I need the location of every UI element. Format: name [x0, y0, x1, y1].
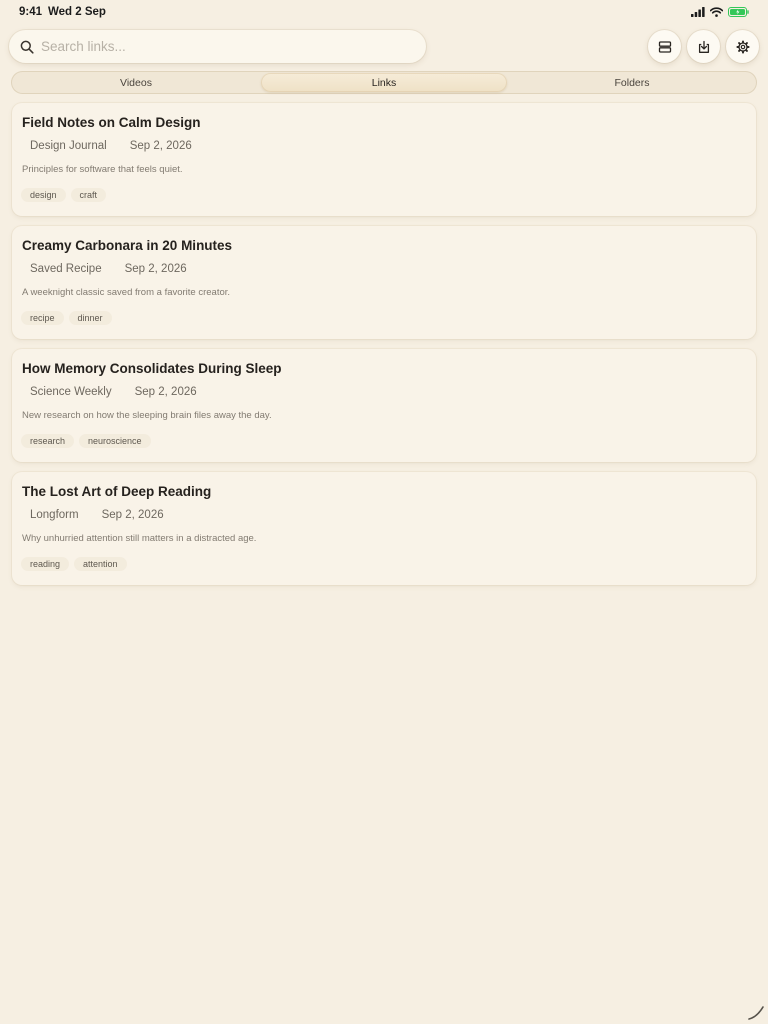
link-card[interactable]: How Memory Consolidates During Sleep Scie…	[12, 349, 756, 462]
link-title: Creamy Carbonara in 20 Minutes	[22, 238, 233, 253]
link-description: A weeknight classic saved from a favorit…	[22, 287, 231, 298]
tag-list: research neuroscience	[21, 434, 151, 448]
link-meta: Longform Sep 2, 2026	[21, 507, 173, 523]
search-input[interactable]	[41, 39, 411, 54]
toolbar	[0, 28, 768, 64]
import-button[interactable]	[687, 30, 720, 63]
link-card[interactable]: The Lost Art of Deep Reading Longform Sep …	[12, 472, 756, 585]
gear-icon	[735, 39, 750, 54]
scroll-indicator	[748, 1006, 764, 1020]
source-chip: Science Weekly	[30, 386, 112, 398]
link-meta: Science Weekly Sep 2, 2026	[21, 384, 206, 400]
tag-chip[interactable]: design	[21, 188, 66, 202]
link-meta: Design Journal Sep 2, 2026	[21, 138, 201, 154]
import-icon	[698, 40, 709, 53]
layout-toggle-icon	[658, 40, 671, 53]
source-chip: Saved Recipe	[30, 263, 102, 275]
link-title: Field Notes on Calm Design	[22, 115, 201, 130]
tag-chip[interactable]: craft	[70, 188, 107, 202]
date-chip: Sep 2, 2026	[124, 263, 187, 275]
date-chip: Sep 2, 2026	[134, 386, 197, 398]
cellular-icon	[691, 7, 705, 17]
link-description: Why unhurried attention still matters in…	[22, 533, 257, 544]
status-icons	[691, 6, 749, 18]
tag-chip[interactable]: attention	[74, 557, 127, 571]
source-chip: Design Journal	[30, 140, 107, 152]
status-time: 9:41	[19, 6, 43, 18]
battery-icon	[728, 7, 749, 17]
tab-videos[interactable]: Videos	[13, 73, 259, 92]
wifi-icon	[710, 7, 723, 17]
date-chip: Sep 2, 2026	[129, 140, 192, 152]
link-description: Principles for software that feels quiet…	[22, 164, 183, 175]
link-title: How Memory Consolidates During Sleep	[22, 361, 282, 376]
search-icon	[20, 40, 34, 54]
tag-list: reading attention	[21, 557, 127, 571]
tag-chip[interactable]: dinner	[68, 311, 112, 325]
tag-list: design craft	[21, 188, 107, 202]
tag-chip[interactable]: research	[21, 434, 75, 448]
link-title: The Lost Art of Deep Reading	[22, 484, 212, 499]
link-list: Field Notes on Calm Design Design Journal…	[12, 103, 756, 595]
tag-chip[interactable]: reading	[21, 557, 70, 571]
link-description: New research on how the sleeping brain f…	[22, 410, 272, 421]
tab-bar: Videos Links Folders	[11, 71, 757, 94]
link-card[interactable]: Field Notes on Calm Design Design Journal…	[12, 103, 756, 216]
tag-list: recipe dinner	[21, 311, 112, 325]
tag-chip[interactable]: recipe	[21, 311, 64, 325]
date-chip: Sep 2, 2026	[101, 509, 164, 521]
status-date: Wed 2 Sep	[48, 6, 106, 18]
layout-toggle-button[interactable]	[648, 30, 681, 63]
tab-folders[interactable]: Folders	[509, 73, 755, 92]
link-card[interactable]: Creamy Carbonara in 20 Minutes Saved Reci…	[12, 226, 756, 339]
status-bar: 9:41 Wed 2 Sep	[0, 0, 768, 24]
tab-links[interactable]: Links	[261, 73, 507, 92]
source-chip: Longform	[30, 509, 79, 521]
settings-button[interactable]	[726, 30, 759, 63]
search-bar[interactable]	[9, 30, 426, 63]
link-meta: Saved Recipe Sep 2, 2026	[21, 261, 196, 277]
tag-chip[interactable]: neuroscience	[79, 434, 151, 448]
